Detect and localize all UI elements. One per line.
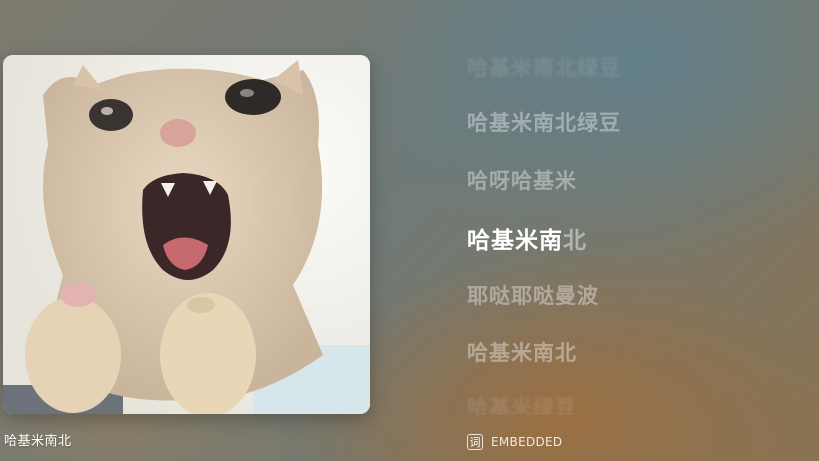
track-title: 哈基米南北	[4, 434, 72, 449]
lyric-line[interactable]: 哈呀哈基米	[467, 165, 577, 195]
album-art[interactable]	[3, 55, 370, 414]
current-lyric-line[interactable]: 哈基米南北	[467, 221, 587, 255]
lyrics-source[interactable]: 词 EMBEDDED	[467, 432, 562, 452]
lyric-line[interactable]: 哈基米南北	[467, 337, 577, 367]
lyrics-source-label: EMBEDDED	[491, 435, 563, 449]
current-lyric-sung: 哈基米南	[467, 228, 563, 254]
lyrics-panel[interactable]: 哈基米南北绿豆 哈基米南北绿豆 哈呀哈基米 哈基米南北 耶哒耶哒曼波 哈基米南北…	[467, 40, 797, 415]
current-lyric-unsung: 北	[563, 228, 587, 254]
lyrics-icon: 词	[467, 434, 483, 450]
lyric-line[interactable]: 哈基米南北绿豆	[467, 107, 621, 137]
lyric-line[interactable]: 耶哒耶哒曼波	[467, 280, 599, 310]
lyric-line[interactable]: 哈基米绿豆	[467, 392, 577, 415]
cat-cover-image	[3, 55, 370, 414]
lyric-line[interactable]: 哈基米南北绿豆	[467, 52, 621, 82]
